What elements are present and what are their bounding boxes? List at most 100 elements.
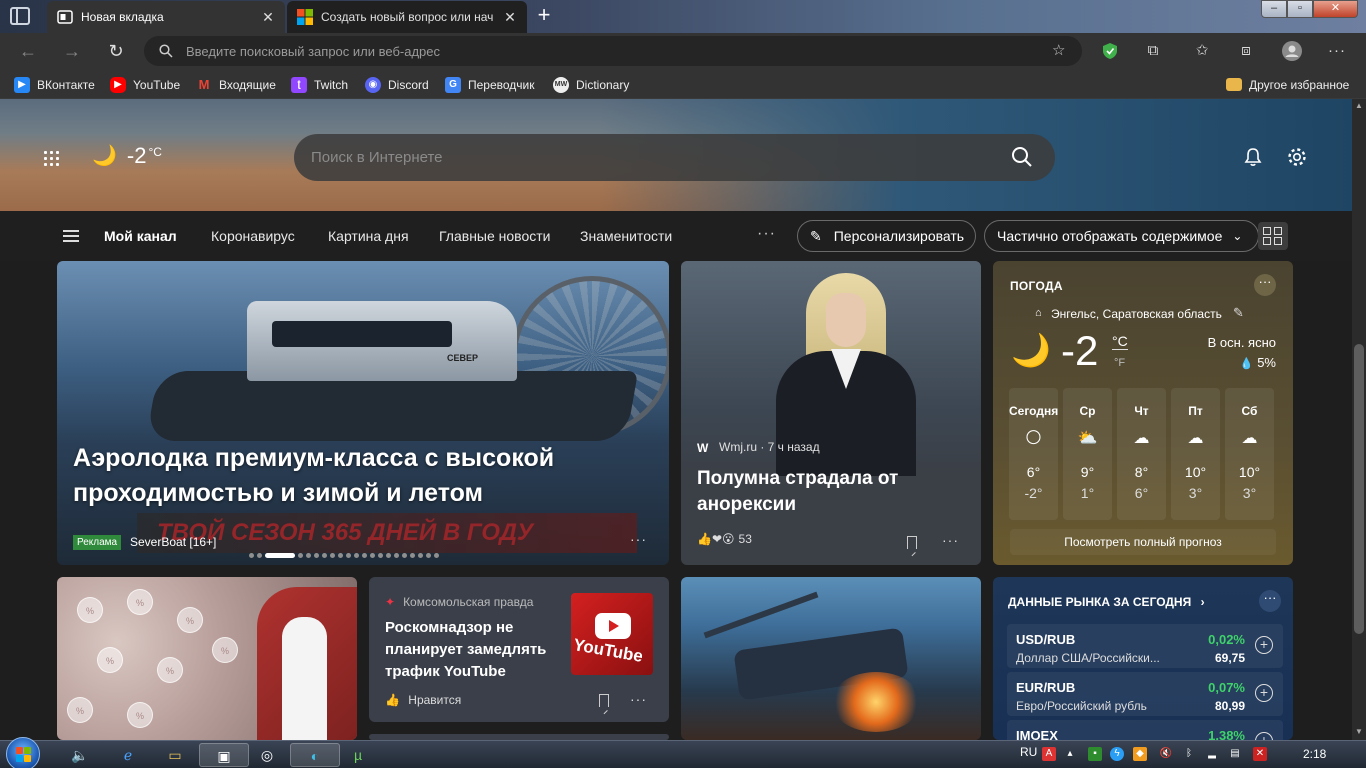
favorite-twitch[interactable]: ʈ Twitch <box>291 76 348 93</box>
favorite-discord[interactable]: ◉ Discord <box>365 76 429 93</box>
market-row[interactable]: IMOEX 1,38% + <box>1007 720 1283 740</box>
hero-article-card[interactable]: СЕВЕР ТВОЙ СЕЗОН 365 ДНЕЙ В ГОДУ Аэролод… <box>57 261 669 565</box>
apps-launcher-icon[interactable] <box>42 149 62 169</box>
market-data-card[interactable]: ДАННЫЕ РЫНКА ЗА СЕГОДНЯ › ··· USD/RUB До… <box>993 577 1293 740</box>
weather-location[interactable]: Энгельс, Саратовская область <box>1051 307 1222 321</box>
favorite-vk[interactable]: ▶ ВКонтакте <box>14 76 95 93</box>
article-title[interactable]: Полумна страдала от анорексии <box>697 466 967 518</box>
content-display-dropdown[interactable]: Частично отображать содержимое ⌄ <box>984 220 1259 252</box>
forward-button[interactable]: → <box>62 41 82 61</box>
unit-fahrenheit[interactable]: °F <box>1114 357 1125 369</box>
forecast-day[interactable]: Пт ☁ 10° 3° <box>1171 388 1220 520</box>
taskbar-utorrent-icon[interactable]: µ <box>333 743 383 767</box>
system-clock[interactable]: 2:18 <box>1303 747 1326 761</box>
tray-expand-icon[interactable]: ▴ <box>1063 747 1077 761</box>
start-button[interactable] <box>6 737 40 768</box>
personalize-button[interactable]: ✎ Персонализировать <box>797 220 976 252</box>
page-scrollbar[interactable]: ▲ ▼ <box>1352 99 1366 740</box>
favorite-inbox[interactable]: M Входящие <box>196 76 276 93</box>
favorites-icon[interactable]: ✩ <box>1192 41 1212 61</box>
forecast-day[interactable]: Сб ☁ 10° 3° <box>1225 388 1274 520</box>
language-indicator[interactable]: RU <box>1020 745 1037 759</box>
other-favorites[interactable]: Другое избранное <box>1226 76 1349 93</box>
tab-coronavirus[interactable]: Коронавирус <box>211 228 295 244</box>
carousel-indicator[interactable] <box>249 553 439 558</box>
more-options-icon[interactable]: ··· <box>630 691 647 707</box>
bookmark-icon[interactable] <box>599 694 609 707</box>
pencil-icon[interactable]: ✎ <box>1233 305 1244 321</box>
taskbar-media-icon[interactable]: 🔈 <box>55 743 105 767</box>
scroll-down-icon[interactable]: ▼ <box>1355 727 1363 736</box>
minimize-button[interactable]: – <box>1261 0 1287 18</box>
volume-muted-icon[interactable]: 🔇 <box>1159 747 1173 761</box>
collections-icon[interactable]: ⧈ <box>1236 41 1256 61</box>
tray-orange-icon[interactable]: ◆ <box>1133 747 1147 761</box>
tray-app-icon[interactable]: ϟ <box>1110 747 1124 761</box>
taskbar-chrome-icon[interactable]: ◎ <box>242 743 292 767</box>
more-options-icon[interactable]: ··· <box>942 532 959 548</box>
tab-celebrities[interactable]: Знаменитости <box>580 228 672 244</box>
article-card-luna[interactable]: W Wmj.ru · 7 ч назад Полумна страдала от… <box>681 261 981 565</box>
reactions[interactable]: 👍❤😮 53 <box>697 532 752 546</box>
avatar[interactable] <box>1282 41 1302 61</box>
back-button[interactable]: ← <box>18 41 38 61</box>
add-icon[interactable]: + <box>1255 732 1273 740</box>
bluetooth-icon[interactable]: ᛒ <box>1182 747 1196 761</box>
tab-question[interactable]: Создать новый вопрос или нач ✕ <box>287 1 527 33</box>
forecast-day[interactable]: Сегодня 🌕 6° -2° <box>1009 388 1058 520</box>
forecast-day[interactable]: Ср ⛅ 9° 1° <box>1063 388 1112 520</box>
article-card-shopping[interactable]: % % % % % % % % <box>57 577 357 740</box>
more-options-icon[interactable]: ··· <box>1254 274 1276 296</box>
refresh-button[interactable]: ↻ <box>106 41 126 61</box>
hamburger-menu-icon[interactable] <box>63 230 79 242</box>
add-icon[interactable]: + <box>1255 684 1273 702</box>
unit-celsius[interactable]: °C <box>1112 333 1128 350</box>
forecast-day[interactable]: Чт ☁ 8° 6° <box>1117 388 1166 520</box>
close-icon[interactable]: ✕ <box>503 9 517 26</box>
market-row[interactable]: USD/RUB Доллар США/Российски... 0,02% 69… <box>1007 624 1283 668</box>
bookmark-icon[interactable] <box>907 536 917 549</box>
weather-card[interactable]: ПОГОДА ··· ⌂ Энгельс, Саратовская област… <box>993 261 1293 565</box>
more-options-icon[interactable]: ··· <box>1259 590 1281 612</box>
article-title[interactable]: Аэролодка премиум-класса с высокой прохо… <box>73 441 643 511</box>
layout-grid-icon[interactable] <box>1258 222 1288 250</box>
market-row[interactable]: EUR/RUB Евро/Российский рубль 0,07% 80,9… <box>1007 672 1283 716</box>
web-search-box[interactable] <box>294 134 1055 181</box>
shield-icon[interactable] <box>1100 41 1120 61</box>
close-window-button[interactable]: ✕ <box>1313 0 1358 18</box>
maximize-button[interactable]: ▫ <box>1287 0 1313 18</box>
menu-icon[interactable]: ··· <box>1327 41 1347 61</box>
tab-top-news[interactable]: Главные новости <box>439 228 550 244</box>
taskbar-ie-icon[interactable]: ℯ <box>103 743 153 767</box>
favorite-dictionary[interactable]: MW Dictionary <box>553 76 629 93</box>
full-forecast-link[interactable]: Посмотреть полный прогноз <box>1010 529 1276 555</box>
market-title[interactable]: ДАННЫЕ РЫНКА ЗА СЕГОДНЯ › <box>1008 595 1205 609</box>
weather-summary[interactable]: 🌙 -2 °C <box>92 143 162 169</box>
tab-my-feed[interactable]: Мой канал <box>104 228 177 244</box>
add-favorite-icon[interactable]: ☆ <box>1052 41 1065 59</box>
gear-icon[interactable] <box>1286 146 1308 168</box>
more-tabs-icon[interactable]: ··· <box>757 225 776 243</box>
favorite-youtube[interactable]: ▶ YouTube <box>110 76 180 93</box>
network-signal-icon[interactable]: ▂ <box>1205 747 1219 761</box>
taskbar-folder-icon[interactable]: ▭ <box>150 743 200 767</box>
more-options-icon[interactable]: ··· <box>630 531 647 547</box>
address-input[interactable] <box>186 36 1026 66</box>
tab-new-tab[interactable]: Новая вкладка ✕ <box>47 1 285 33</box>
close-icon[interactable]: ✕ <box>261 9 275 26</box>
tab-actions-icon[interactable] <box>10 7 30 25</box>
article-title[interactable]: Роскомнадзор не планирует замедлять траф… <box>385 617 565 683</box>
tray-action-center-icon[interactable]: ✕ <box>1253 747 1267 761</box>
extensions-icon[interactable]: ⧉ <box>1143 41 1163 61</box>
tab-picture-of-day[interactable]: Картина дня <box>328 228 409 244</box>
tray-display-icon[interactable]: ▤ <box>1228 747 1242 761</box>
web-search-input[interactable] <box>311 134 991 181</box>
add-icon[interactable]: + <box>1255 636 1273 654</box>
address-bar[interactable]: ☆ <box>144 36 1082 66</box>
tray-pdf-icon[interactable]: A <box>1042 747 1056 761</box>
favorite-translate[interactable]: G Переводчик <box>445 76 535 93</box>
new-tab-button[interactable]: + <box>533 4 555 27</box>
search-icon[interactable] <box>1011 146 1033 168</box>
article-card-roskomnadzor[interactable]: ✦ Комсомольская правда Роскомнадзор не п… <box>369 577 669 722</box>
article-card-tank[interactable] <box>681 577 981 740</box>
